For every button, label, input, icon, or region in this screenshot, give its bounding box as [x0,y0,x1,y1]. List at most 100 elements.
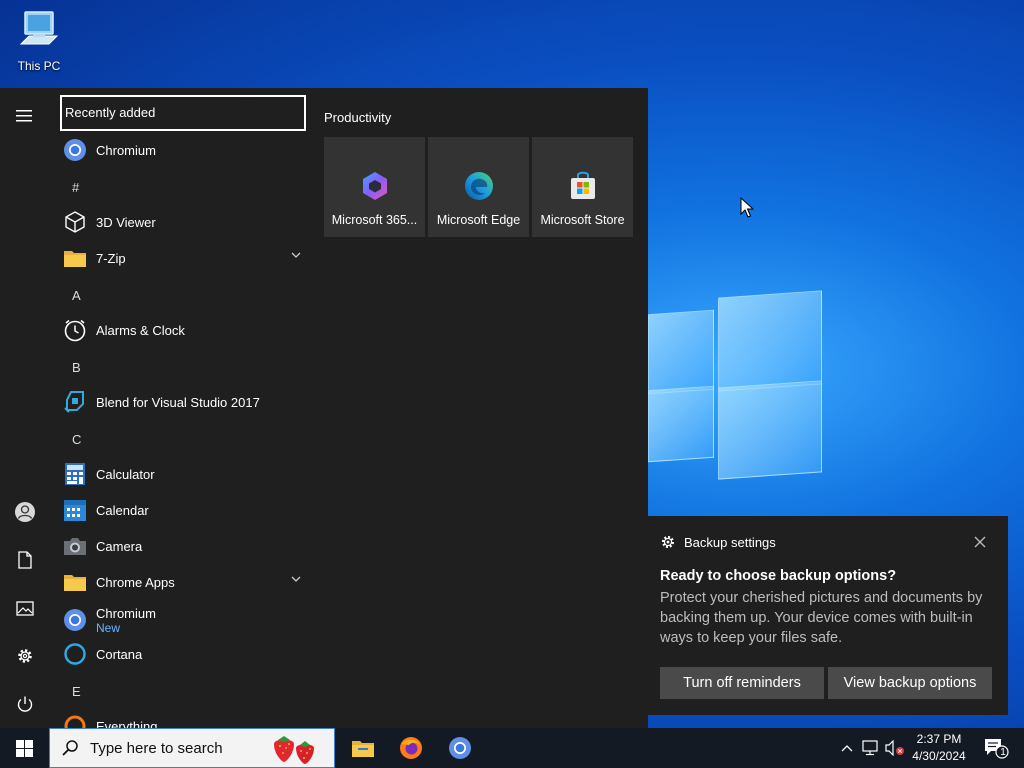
chevron-down-icon[interactable] [290,575,302,583]
app-alarms-clock[interactable]: Alarms & Clock [62,312,302,348]
clock-time: 2:37 PM [916,732,962,746]
turn-off-reminders-button[interactable]: Turn off reminders [660,667,824,699]
app-calendar[interactable]: Calendar [62,492,302,528]
tile-microsoft-edge[interactable]: Microsoft Edge [428,137,529,237]
taskbar-file-explorer[interactable] [339,728,387,768]
chevron-up-icon [841,745,853,752]
recently-added-header[interactable]: Recently added [60,95,306,131]
notification-app-name: Backup settings [684,534,776,550]
app-calculator[interactable]: Calculator [62,456,302,492]
desktop-icon-this-pc[interactable]: This PC [10,8,68,73]
start-menu: Recently added Chromium # 3D Viewer 7-Zi… [0,88,648,728]
network-tray-button[interactable] [860,728,882,768]
action-center-button[interactable]: 1 [978,728,1014,768]
app-label: Alarms & Clock [96,322,185,338]
app-list[interactable]: Recently added Chromium # 3D Viewer 7-Zi… [50,88,312,728]
app-label: Calculator [96,466,155,482]
app-label: 7-Zip [96,250,126,266]
file-explorer-icon [352,741,374,757]
app-label: Chromium [96,605,156,621]
app-label: Camera [96,538,143,554]
blend-icon [64,391,84,413]
cube-icon [65,211,85,233]
new-badge: New [96,620,121,635]
camera-icon [64,538,86,555]
letter-header-c[interactable]: C [72,432,81,447]
show-hidden-icons-button[interactable] [836,728,858,768]
clock-date: 4/30/2024 [912,749,966,763]
app-label: Chrome Apps [96,574,175,590]
account-button[interactable] [9,496,41,528]
app-chrome-apps[interactable]: Chrome Apps [62,564,302,600]
close-icon[interactable] [972,534,988,550]
taskbar-search-box[interactable]: Type here to search [49,728,335,768]
edge-icon [464,172,493,200]
tile-microsoft-store[interactable]: Microsoft Store [532,137,633,237]
notification-header: Backup settings [660,534,776,550]
power-icon [17,696,33,712]
backup-notification[interactable]: Backup settings Ready to choose backup o… [648,516,1008,715]
app-label: 3D Viewer [96,214,156,230]
letter-header-a[interactable]: A [72,288,81,303]
calendar-icon [64,500,86,521]
letter-header-hash[interactable]: # [72,180,79,195]
desktop-icon-label: This PC [17,59,61,73]
taskbar-chromium[interactable] [436,728,484,768]
calculator-icon [65,463,85,485]
start-button[interactable] [0,728,48,768]
start-rail [0,88,50,728]
notification-title: Ready to choose backup options? [660,568,897,584]
settings-button[interactable] [9,640,41,672]
app-chromium[interactable]: Chromium [62,132,302,168]
letter-header-b[interactable]: B [72,360,81,375]
strawberry-icon [274,736,314,764]
app-camera[interactable]: Camera [62,528,302,564]
cortana-icon [64,643,86,665]
hamburger-icon [16,110,32,122]
app-3d-viewer[interactable]: 3D Viewer [62,204,302,240]
folder-icon [64,575,86,591]
wallpaper-windows-logo [648,290,823,480]
tile-label: Microsoft 365... [331,213,418,227]
app-cortana[interactable]: Cortana [62,636,302,672]
tiles-area: Productivity Microsoft 365... Microsoft … [324,110,633,237]
view-backup-options-button[interactable]: View backup options [828,667,992,699]
power-button[interactable] [9,688,41,720]
app-label: Chromium [96,142,156,158]
tile-label: Microsoft Store [540,213,625,227]
computer-icon [19,11,59,45]
app-7-zip[interactable]: 7-Zip [62,240,302,276]
user-icon [15,502,35,522]
search-placeholder: Type here to search [90,739,223,757]
tile-label: Microsoft Edge [436,213,521,227]
app-everything[interactable]: Everything [62,708,302,728]
folder-icon [64,251,86,267]
app-label: Calendar [96,502,149,518]
search-icon [62,740,78,756]
app-label: Everything [96,718,158,729]
network-icon [862,740,878,756]
windows-logo-icon [15,739,33,757]
taskbar: Type here to search 2:37 PM 4/30/2024 1 [0,728,1024,768]
expand-menu-button[interactable] [9,100,41,132]
m365-icon [362,172,387,200]
chevron-down-icon[interactable] [290,251,302,259]
documents-button[interactable] [9,544,41,576]
document-icon [18,551,32,569]
chromium-icon [64,609,86,631]
tiles-group-header[interactable]: Productivity [324,110,391,125]
tile-microsoft-365[interactable]: Microsoft 365... [324,137,425,237]
everything-icon [64,715,86,728]
pictures-button[interactable] [9,592,41,624]
taskbar-firefox[interactable] [387,728,435,768]
mouse-cursor-icon [740,197,754,218]
letter-header-e[interactable]: E [72,684,81,699]
chromium-icon [64,139,86,161]
picture-icon [16,600,34,616]
app-blend[interactable]: Blend for Visual Studio 2017 [62,384,302,420]
clock-icon [64,319,86,342]
chromium-icon [449,737,471,759]
notification-body: Protect your cherished pictures and docu… [660,590,983,646]
taskbar-clock[interactable]: 2:37 PM 4/30/2024 [902,731,976,765]
app-chromium-new[interactable]: Chromium New [62,600,302,640]
